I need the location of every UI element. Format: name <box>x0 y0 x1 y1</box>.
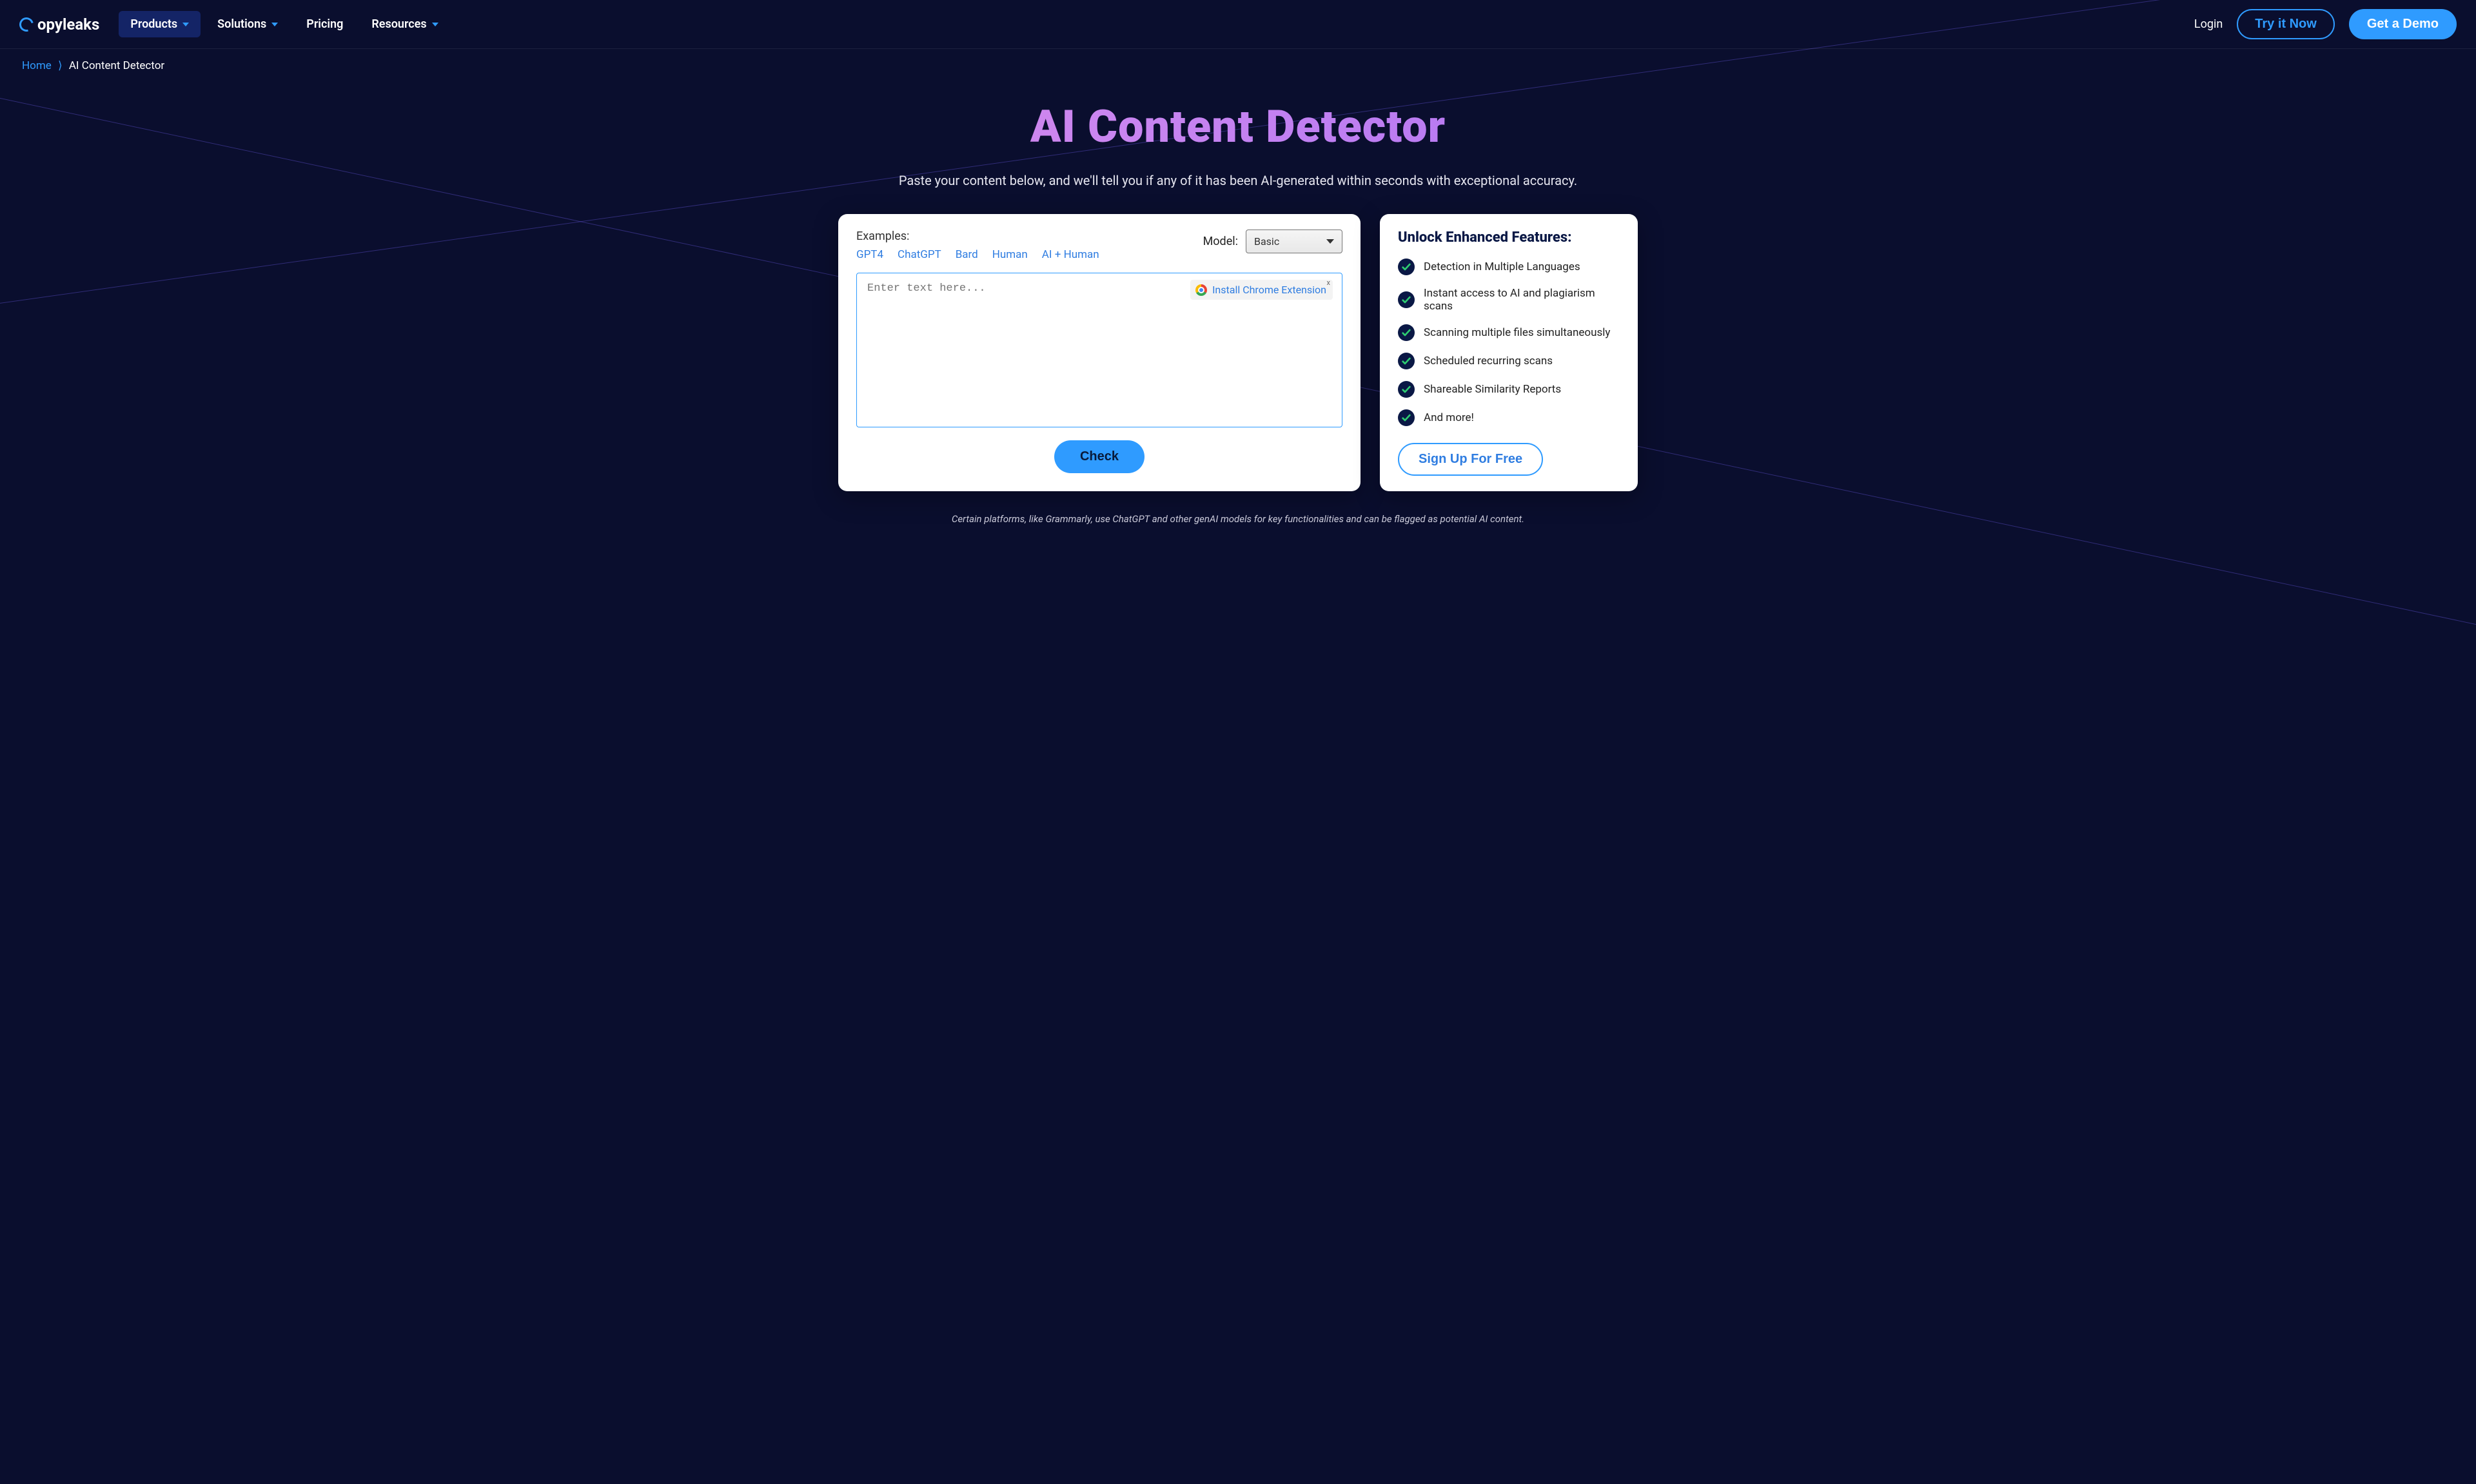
logo[interactable]: opyleaks <box>19 15 99 34</box>
content-row: Examples: GPT4 ChatGPT Bard Human AI + Human… <box>812 214 1664 491</box>
chevron-down-icon <box>271 23 278 26</box>
breadcrumb-separator: ⟩ <box>58 59 63 72</box>
nav-item-label: Pricing <box>306 17 343 31</box>
feature-text: Shareable Similarity Reports <box>1424 383 1561 396</box>
feature-item: Instant access to AI and plagiarism scan… <box>1398 287 1620 313</box>
feature-item: Scheduled recurring scans <box>1398 353 1620 369</box>
nav-item-label: Solutions <box>217 17 266 31</box>
feature-text: And more! <box>1424 411 1474 424</box>
chevron-down-icon <box>1326 239 1334 244</box>
chrome-extension-chip[interactable]: Install Chrome Extension x <box>1190 280 1333 300</box>
examples-block: Examples: GPT4 ChatGPT Bard Human AI + Human <box>856 229 1099 261</box>
chrome-icon <box>1195 284 1207 296</box>
card-top-row: Examples: GPT4 ChatGPT Bard Human AI + Human… <box>856 229 1342 261</box>
page-subtitle: Paste your content below, and we'll tell… <box>0 173 2476 188</box>
header: opyleaks Products Solutions Pricing Resourc… <box>0 0 2476 49</box>
check-icon <box>1398 381 1415 398</box>
nav-item-products[interactable]: Products <box>119 11 201 37</box>
header-left: opyleaks Products Solutions Pricing Resourc… <box>19 11 450 37</box>
logo-text: opyleaks <box>37 15 99 34</box>
nav-item-resources[interactable]: Resources <box>360 11 449 37</box>
check-icon <box>1398 409 1415 426</box>
feature-text: Scanning multiple files simultaneously <box>1424 326 1610 339</box>
page-title: AI Content Detector <box>0 101 2476 153</box>
signup-free-button[interactable]: Sign Up For Free <box>1398 443 1543 476</box>
chevron-down-icon <box>182 23 189 26</box>
model-select-value: Basic <box>1254 235 1279 248</box>
get-demo-button[interactable]: Get a Demo <box>2349 9 2457 39</box>
example-bard[interactable]: Bard <box>956 248 978 261</box>
footnote: Certain platforms, like Grammarly, use C… <box>916 513 1560 525</box>
logo-ring-icon <box>17 14 36 34</box>
examples-list: GPT4 ChatGPT Bard Human AI + Human <box>856 248 1099 261</box>
features-list: Detection in Multiple Languages Instant a… <box>1398 259 1620 426</box>
model-select[interactable]: Basic <box>1246 229 1342 253</box>
feature-text: Scheduled recurring scans <box>1424 355 1553 367</box>
hero: AI Content Detector Paste your content b… <box>0 101 2476 188</box>
header-right: Login Try it Now Get a Demo <box>2194 9 2457 39</box>
try-it-now-button[interactable]: Try it Now <box>2237 9 2335 39</box>
check-icon <box>1398 324 1415 341</box>
features-title: Unlock Enhanced Features: <box>1398 229 1620 246</box>
close-icon[interactable]: x <box>1327 278 1330 287</box>
check-icon <box>1398 291 1415 308</box>
model-selector-wrap: Model: Basic <box>1203 229 1342 253</box>
detector-card: Examples: GPT4 ChatGPT Bard Human AI + Human… <box>838 214 1361 491</box>
nav-item-label: Products <box>130 17 177 31</box>
model-label: Model: <box>1203 235 1238 248</box>
breadcrumb-home[interactable]: Home <box>22 59 52 72</box>
feature-item: Shareable Similarity Reports <box>1398 381 1620 398</box>
main-nav: Products Solutions Pricing Resources <box>119 11 449 37</box>
check-button[interactable]: Check <box>1054 440 1145 473</box>
chevron-down-icon <box>432 23 438 26</box>
breadcrumb: Home ⟩ AI Content Detector <box>0 49 2476 83</box>
example-ai-human[interactable]: AI + Human <box>1042 248 1099 261</box>
example-gpt4[interactable]: GPT4 <box>856 248 883 261</box>
nav-item-label: Resources <box>371 17 426 31</box>
feature-item: And more! <box>1398 409 1620 426</box>
text-input-wrap: Install Chrome Extension x <box>856 273 1342 427</box>
chrome-extension-label: Install Chrome Extension <box>1212 284 1326 296</box>
nav-item-solutions[interactable]: Solutions <box>206 11 290 37</box>
breadcrumb-current: AI Content Detector <box>69 59 164 72</box>
example-chatgpt[interactable]: ChatGPT <box>898 248 941 261</box>
example-human[interactable]: Human <box>992 248 1028 261</box>
examples-label: Examples: <box>856 229 1099 243</box>
features-card: Unlock Enhanced Features: Detection in M… <box>1380 214 1638 491</box>
feature-item: Scanning multiple files simultaneously <box>1398 324 1620 341</box>
nav-item-pricing[interactable]: Pricing <box>295 11 355 37</box>
check-icon <box>1398 259 1415 275</box>
feature-item: Detection in Multiple Languages <box>1398 259 1620 275</box>
login-link[interactable]: Login <box>2194 17 2223 31</box>
feature-text: Instant access to AI and plagiarism scan… <box>1424 287 1620 313</box>
feature-text: Detection in Multiple Languages <box>1424 260 1580 273</box>
check-icon <box>1398 353 1415 369</box>
